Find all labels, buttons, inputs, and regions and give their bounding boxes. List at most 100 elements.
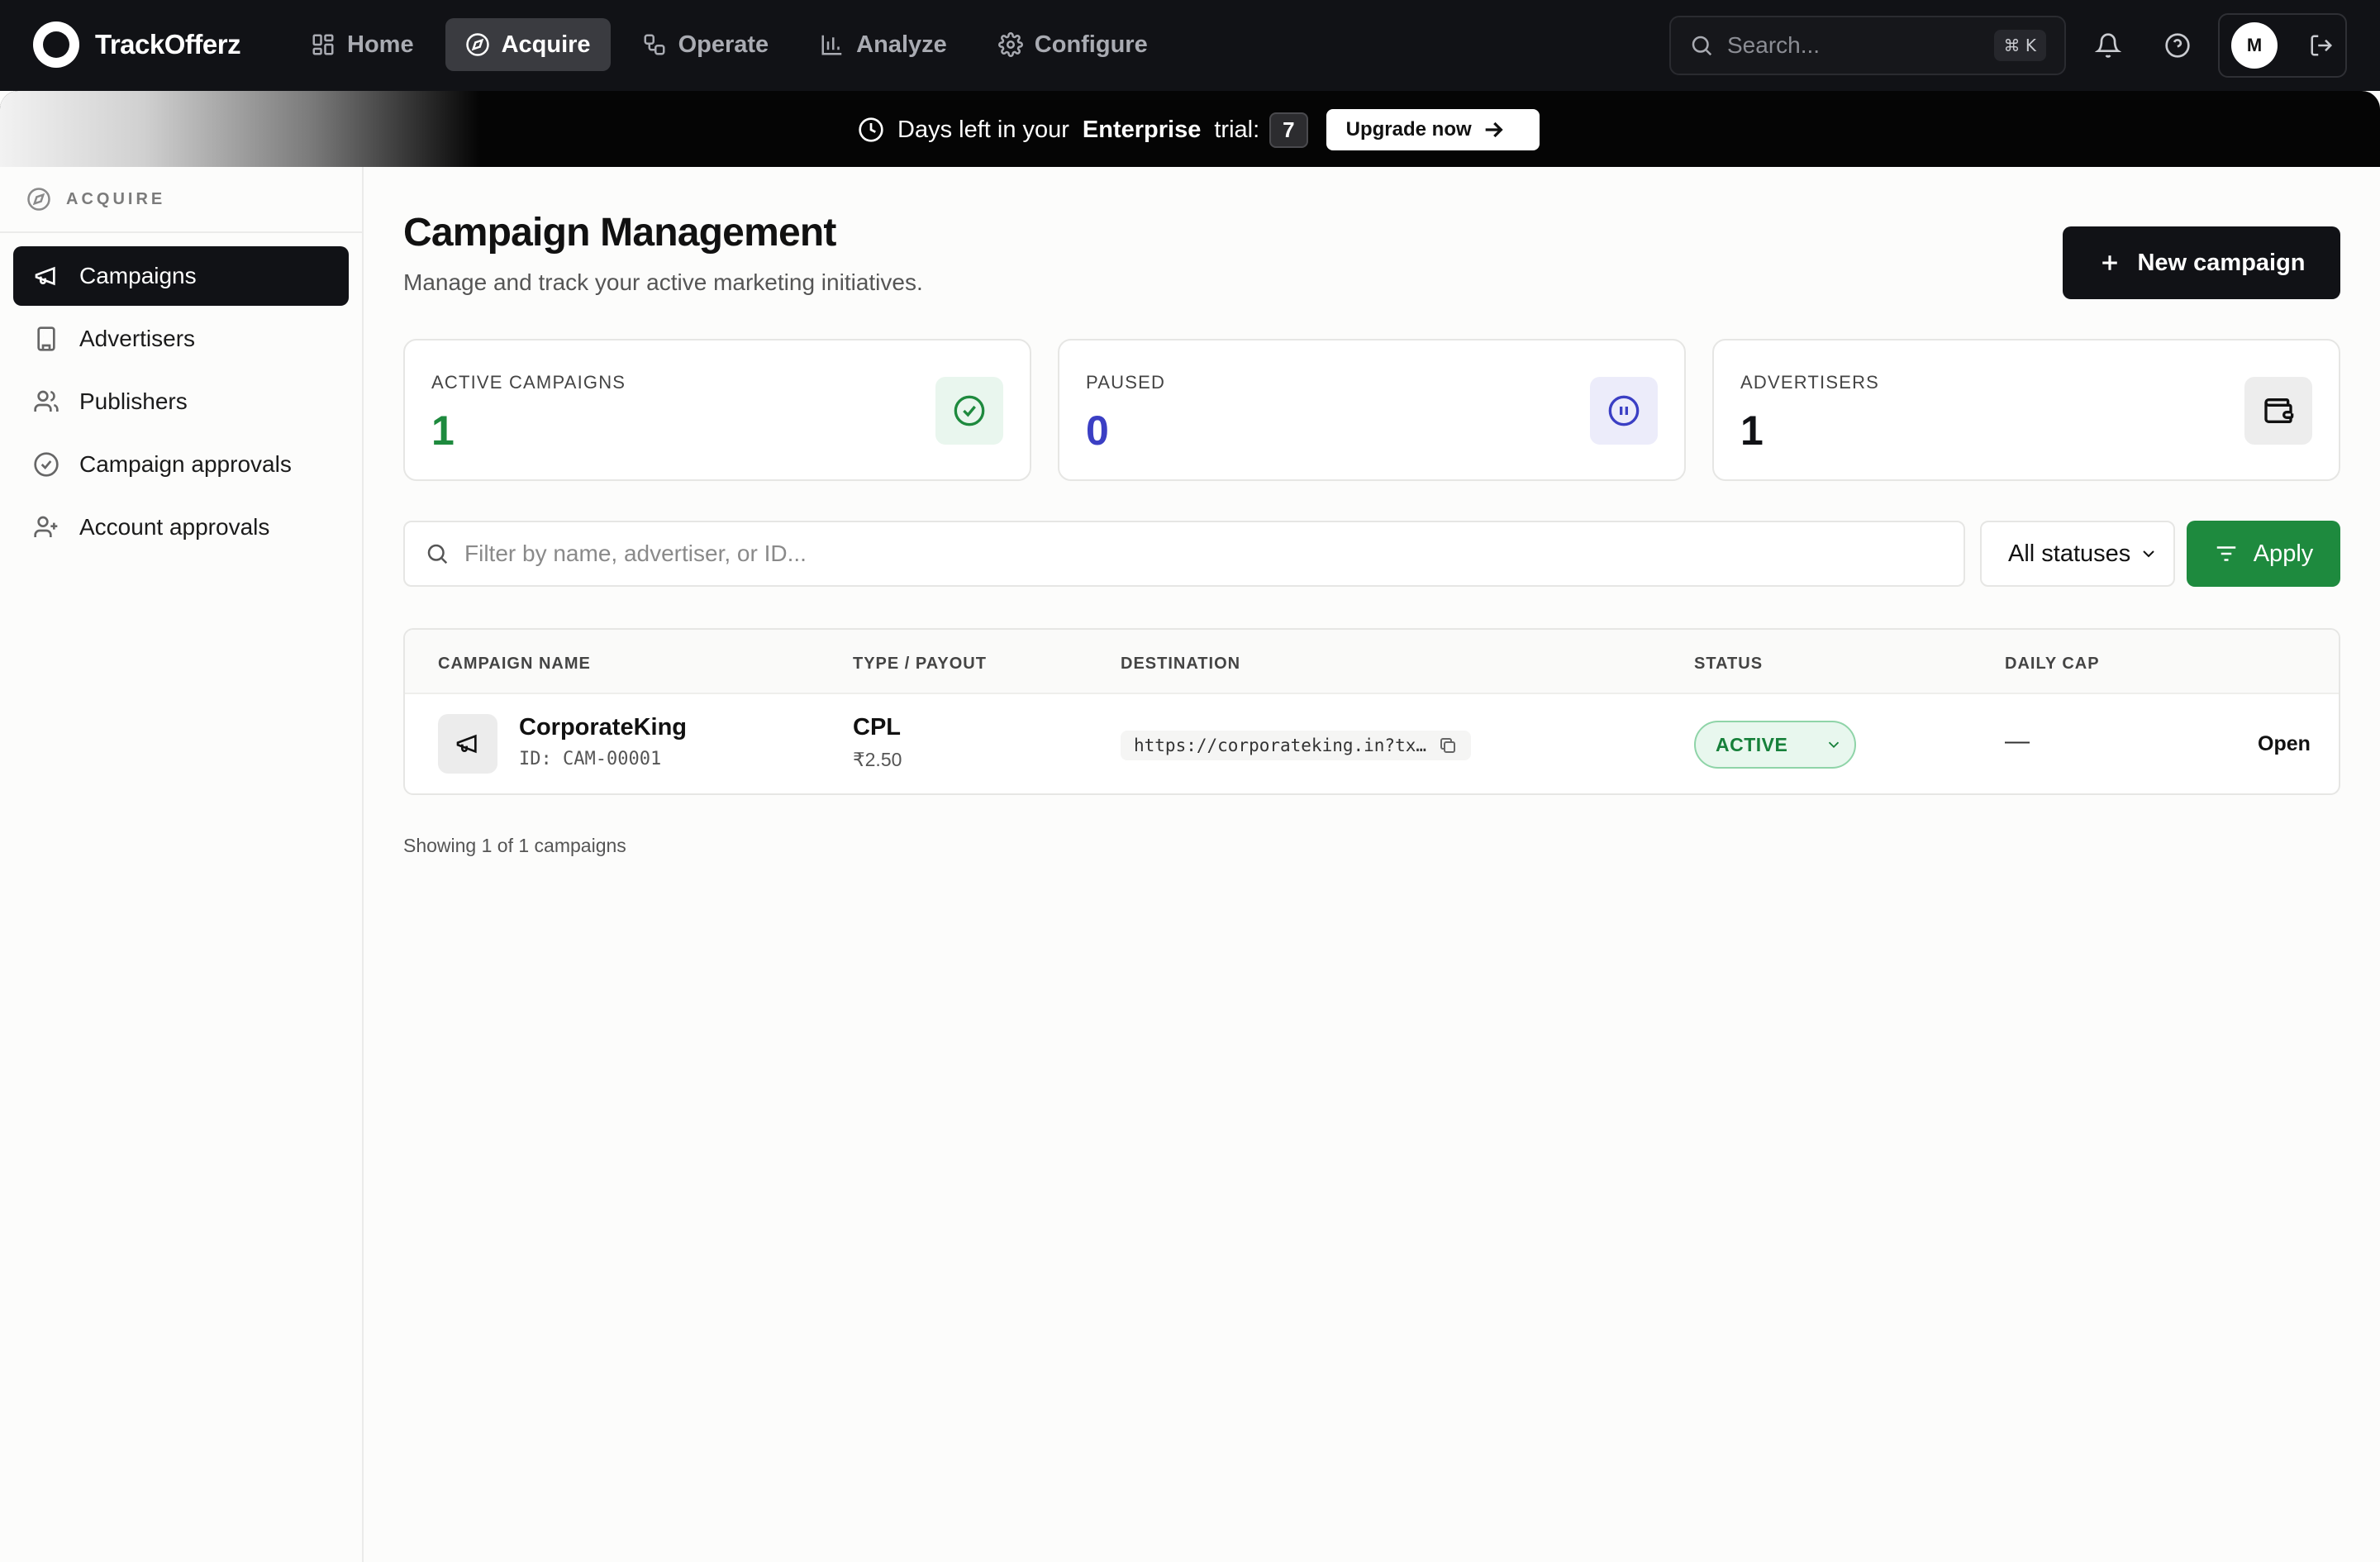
plus-icon (2102, 255, 2118, 270)
column-header: DAILY CAP (2005, 655, 2100, 673)
apply-button[interactable]: Apply (2187, 521, 2340, 587)
upgrade-label: Upgrade now (1345, 118, 1472, 140)
page-subtitle: Manage and track your active marketing i… (403, 269, 923, 295)
avatar[interactable]: M (2231, 22, 2278, 69)
sidebar-menu: Campaigns Advertisers Publishers Campaig… (0, 233, 362, 574)
global-search[interactable]: Search... ⌘ K (1669, 16, 2066, 75)
status-select[interactable]: All statuses (1980, 521, 2175, 587)
sidebar-item-label: Advertisers (79, 326, 196, 351)
nav-configure-label: Configure (1034, 31, 1148, 58)
help-circle-icon (2165, 33, 2190, 58)
search-shortcut: ⌘ K (1993, 30, 2046, 61)
app-logo[interactable]: TrackOfferz (33, 21, 241, 68)
sidebar-item-campaigns[interactable]: Campaigns (13, 246, 349, 306)
chevron-down-icon (2143, 550, 2154, 558)
copy-icon[interactable] (1438, 736, 1458, 755)
daily-cap: — (2005, 727, 2030, 755)
trial-suffix: trial: (1214, 116, 1260, 143)
trial-message: Days left in your Enterprise trial: 7 Up… (858, 109, 1540, 150)
filter-field[interactable] (403, 521, 1965, 587)
stat-icon-box (2244, 377, 2312, 445)
stats-cards: ACTIVE CAMPAIGNS 1 PAUSED 0 ADVERTISERS … (403, 339, 2340, 481)
nav-configure[interactable]: Configure (978, 18, 1168, 71)
results-count: Showing 1 of 1 campaigns (403, 835, 626, 856)
campaign-name[interactable]: CorporateKing (519, 714, 687, 741)
filter-bar: All statuses Apply (403, 521, 2340, 587)
nav-operate-label: Operate (678, 31, 769, 58)
table-header: CAMPAIGN NAME TYPE / PAYOUT DESTINATION … (405, 630, 2339, 694)
filter-input[interactable] (464, 541, 1944, 567)
trial-prefix: Days left in your (897, 116, 1069, 143)
column-header: DESTINATION (1121, 655, 1241, 673)
nav-acquire[interactable]: Acquire (445, 18, 611, 71)
status-select-value: All statuses (2008, 540, 2131, 567)
stat-label: PAUSED (1086, 372, 1166, 393)
filter-lines-icon (2216, 546, 2235, 561)
stat-value: 0 (1086, 407, 1109, 454)
destination-url: https://corporateking.in?tx… (1121, 731, 1472, 760)
building-icon (37, 326, 55, 351)
search-input[interactable]: Search... (1727, 32, 1994, 59)
stat-icon-box (1590, 377, 1658, 445)
trial-days-badge: 7 (1269, 112, 1308, 148)
new-campaign-label: New campaign (2137, 249, 2306, 276)
sidebar: ACQUIRE Campaigns Advertisers Publishers… (0, 167, 364, 1562)
sidebar-item-campaign-approvals[interactable]: Campaign approvals (13, 435, 349, 494)
open-campaign-link[interactable]: Open (2258, 732, 2311, 756)
clock-icon (859, 117, 883, 142)
column-header: STATUS (1694, 655, 1764, 673)
search-icon (1692, 36, 1712, 56)
wallet-icon (2264, 398, 2294, 423)
nav-analyze[interactable]: Analyze (800, 18, 967, 71)
sidebar-item-label: Campaign approvals (79, 451, 292, 477)
check-circle-icon (34, 452, 59, 477)
sidebar-section-label: ACQUIRE (66, 189, 166, 208)
stat-label: ACTIVE CAMPAIGNS (431, 372, 626, 393)
stat-card-advertisers: ADVERTISERS 1 (1712, 339, 2340, 481)
app-name: TrackOfferz (95, 29, 241, 60)
bell-icon (2095, 33, 2121, 58)
top-navigation: TrackOfferz Home Acquire Operate Analyze… (0, 0, 2380, 91)
campaign-icon-box (438, 714, 497, 774)
trial-banner: Days left in your Enterprise trial: 7 Up… (0, 91, 2380, 167)
pause-circle-icon (1608, 395, 1640, 426)
compass-icon (465, 33, 489, 56)
column-header: CAMPAIGN NAME (438, 655, 591, 673)
notifications-button[interactable] (2091, 28, 2125, 63)
gear-icon (997, 32, 1023, 57)
banner-gradient (0, 91, 479, 167)
nav-home[interactable]: Home (291, 18, 434, 71)
sidebar-item-publishers[interactable]: Publishers (13, 372, 349, 431)
user-menu[interactable]: M (2218, 13, 2347, 78)
destination-text: https://corporateking.in?tx… (1134, 736, 1427, 755)
campaigns-table: CAMPAIGN NAME TYPE / PAYOUT DESTINATION … (403, 628, 2340, 795)
megaphone-icon (456, 734, 477, 754)
main-nav: Home Acquire Operate Analyze Configure (291, 18, 1168, 71)
bar-chart-icon (821, 35, 842, 55)
table-row[interactable]: CorporateKing ID: CAM-00001 CPL ₹2.50 ht… (405, 694, 2339, 793)
status-dropdown[interactable]: ACTIVE (1694, 721, 1856, 769)
stat-icon-box (935, 377, 1003, 445)
check-circle-icon (954, 395, 985, 426)
users-icon (34, 390, 59, 412)
campaign-payout: ₹2.50 (853, 749, 902, 770)
trial-plan: Enterprise (1082, 116, 1202, 143)
sidebar-item-account-approvals[interactable]: Account approvals (13, 498, 349, 557)
stat-card-paused: PAUSED 0 (1058, 339, 1686, 481)
sidebar-section-header: ACQUIRE (0, 167, 362, 233)
upgrade-button[interactable]: Upgrade now (1326, 109, 1540, 150)
campaign-type: CPL (853, 714, 901, 741)
status-badge: ACTIVE (1716, 733, 1788, 755)
nav-analyze-label: Analyze (856, 31, 947, 58)
new-campaign-button[interactable]: New campaign (2063, 226, 2340, 299)
stat-card-active: ACTIVE CAMPAIGNS 1 (403, 339, 1031, 481)
sidebar-item-label: Account approvals (79, 514, 270, 540)
sidebar-item-advertisers[interactable]: Advertisers (13, 309, 349, 369)
stat-value: 1 (1740, 407, 1764, 454)
nav-operate[interactable]: Operate (622, 18, 789, 71)
workflow-icon (644, 34, 665, 55)
sidebar-item-label: Publishers (79, 388, 188, 414)
search-icon (427, 544, 448, 564)
help-button[interactable] (2160, 28, 2195, 63)
logout-icon[interactable] (2309, 33, 2334, 58)
